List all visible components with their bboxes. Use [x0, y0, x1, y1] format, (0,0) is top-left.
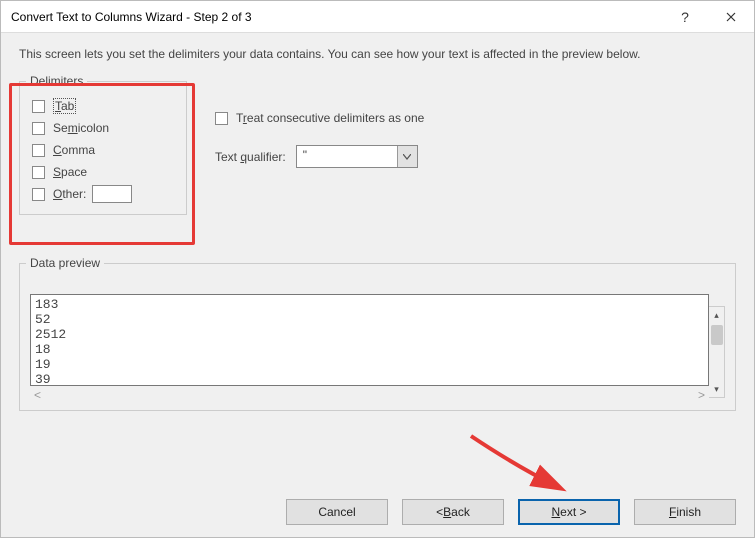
upper-section: Delimiters Tab Semicolon Comma Space: [19, 75, 736, 215]
horizontal-scrollbar[interactable]: < >: [30, 386, 709, 402]
checkbox-icon: [32, 166, 45, 179]
checkbox-icon: [32, 188, 45, 201]
next-button[interactable]: Next >: [518, 499, 620, 525]
delimiter-tab-row[interactable]: Tab: [32, 96, 174, 116]
qualifier-combo[interactable]: ": [296, 145, 418, 168]
finish-button[interactable]: Finish: [634, 499, 736, 525]
cancel-button[interactable]: Cancel: [286, 499, 388, 525]
qualifier-row: Text qualifier: ": [215, 145, 424, 168]
close-icon: [726, 12, 736, 22]
delimiter-other-row[interactable]: Other:: [32, 184, 174, 204]
qualifier-value: ": [297, 146, 397, 167]
help-button[interactable]: ?: [662, 1, 708, 33]
preview-group: Data preview 183 52 2512 18 19 39 ▴ ▾ < …: [19, 263, 736, 411]
scroll-down-icon: ▾: [709, 381, 724, 397]
checkbox-icon: [215, 112, 228, 125]
scroll-left-icon: <: [34, 388, 41, 402]
delimiters-group: Delimiters Tab Semicolon Comma Space: [19, 81, 187, 215]
window-title: Convert Text to Columns Wizard - Step 2 …: [11, 10, 662, 24]
close-button[interactable]: [708, 1, 754, 33]
delimiters-legend: Delimiters: [26, 74, 87, 88]
checkbox-icon: [32, 144, 45, 157]
titlebar: Convert Text to Columns Wizard - Step 2 …: [1, 1, 754, 33]
scroll-right-icon: >: [698, 388, 705, 402]
description-text: This screen lets you set the delimiters …: [19, 47, 736, 61]
back-button[interactable]: < Back: [402, 499, 504, 525]
checkbox-icon: [32, 100, 45, 113]
options-column: Treat consecutive delimiters as one Text…: [215, 75, 424, 168]
wizard-dialog: Convert Text to Columns Wizard - Step 2 …: [0, 0, 755, 538]
preview-legend: Data preview: [26, 256, 104, 270]
preview-box[interactable]: 183 52 2512 18 19 39: [30, 294, 709, 386]
scroll-thumb: [711, 325, 723, 345]
delimiter-other-input[interactable]: [92, 185, 132, 203]
annotation-arrow-icon: [466, 431, 576, 501]
checkbox-icon: [32, 122, 45, 135]
vertical-scrollbar[interactable]: ▴ ▾: [709, 306, 725, 398]
button-row: Cancel < Back Next > Finish: [286, 499, 736, 525]
consecutive-row[interactable]: Treat consecutive delimiters as one: [215, 111, 424, 125]
qualifier-label: Text qualifier:: [215, 150, 286, 164]
content-area: This screen lets you set the delimiters …: [1, 33, 754, 421]
chevron-down-icon: [397, 146, 417, 167]
delimiter-semicolon-row[interactable]: Semicolon: [32, 118, 174, 138]
scroll-up-icon: ▴: [709, 307, 724, 323]
delimiter-comma-row[interactable]: Comma: [32, 140, 174, 160]
delimiter-space-row[interactable]: Space: [32, 162, 174, 182]
